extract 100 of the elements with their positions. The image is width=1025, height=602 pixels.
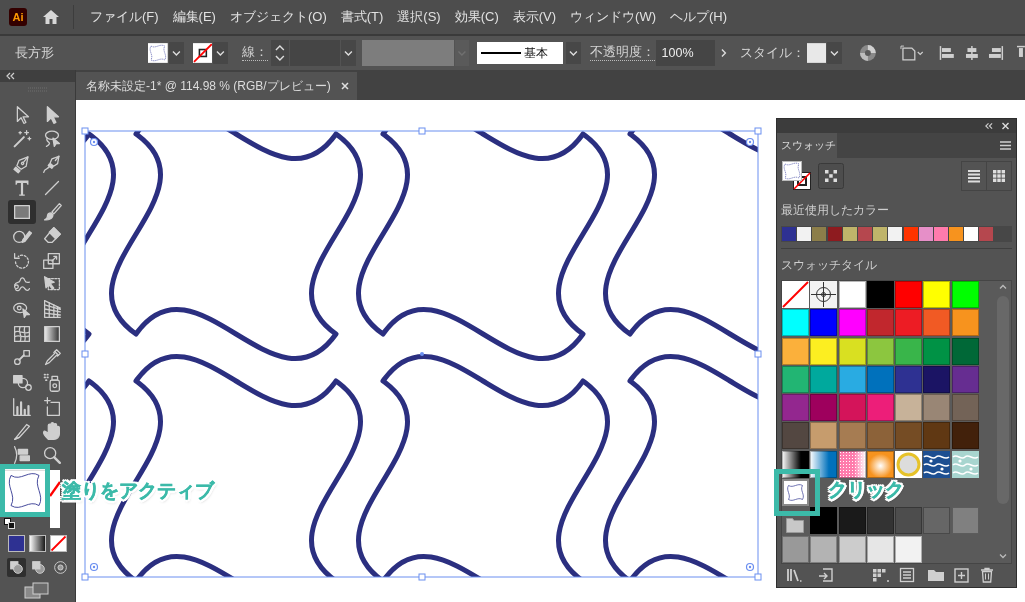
color-swatch-icon[interactable] [857, 227, 872, 241]
chevron-down-icon[interactable] [168, 42, 184, 64]
menu-item[interactable]: 選択(S) [397, 8, 441, 26]
new-swatch-icon[interactable] [954, 567, 969, 583]
color-swatch-icon[interactable] [810, 394, 838, 422]
chevron-down-icon[interactable] [565, 42, 581, 64]
none-swatch-icon[interactable] [782, 281, 809, 308]
color-swatch-icon[interactable] [951, 337, 979, 365]
color-swatch-icon[interactable] [923, 281, 951, 308]
spinner-arrows-icon[interactable] [271, 40, 289, 66]
resize-handle[interactable] [418, 573, 426, 581]
color-swatch-icon[interactable] [782, 535, 809, 563]
color-swatch-icon[interactable] [951, 422, 979, 450]
resize-handle[interactable] [754, 573, 762, 581]
color-swatch-icon[interactable] [838, 394, 866, 422]
color-swatch-icon[interactable] [838, 281, 866, 308]
registration-swatch-icon[interactable] [810, 281, 838, 308]
trash-icon[interactable] [980, 567, 994, 583]
gradient-mode-icon[interactable] [29, 535, 46, 553]
menu-item[interactable]: ファイル(F) [90, 8, 159, 26]
menu-item[interactable]: 書式(T) [340, 8, 384, 26]
color-swatch-icon[interactable] [842, 227, 857, 241]
tile-pattern-swatch-icon[interactable] [782, 479, 809, 507]
pattern-swatch-icon[interactable] [923, 450, 951, 478]
color-swatch-icon[interactable] [810, 422, 838, 450]
none-mode-icon[interactable] [50, 535, 67, 553]
chevron-down-icon[interactable] [213, 42, 229, 64]
stroke-label[interactable]: 線： [242, 45, 269, 61]
color-swatch-icon[interactable] [838, 507, 866, 535]
color-swatch-icon[interactable] [923, 394, 951, 422]
color-swatch-icon[interactable] [923, 365, 951, 393]
color-swatch-icon[interactable] [782, 394, 809, 422]
color-swatch-icon[interactable] [951, 309, 979, 337]
chevron-down-icon[interactable] [341, 40, 357, 66]
color-swatch-icon[interactable] [964, 227, 979, 241]
chevron-down-icon[interactable] [827, 42, 843, 64]
document-title[interactable]: 名称未設定-1* @ 114.98 % (RGB/プレビュー) [86, 77, 331, 95]
transform-icon[interactable] [899, 44, 925, 62]
default-colors-icon[interactable] [4, 518, 16, 530]
color-swatch-icon[interactable] [866, 281, 894, 308]
color-swatch-icon[interactable] [838, 309, 866, 337]
collapse-icon[interactable] [984, 122, 993, 130]
corner-widget-icon[interactable] [745, 137, 755, 147]
menu-item[interactable]: 効果(C) [454, 8, 499, 26]
menu-item[interactable]: 表示(V) [512, 8, 557, 26]
color-swatch-icon[interactable] [810, 535, 838, 563]
color-swatch-icon[interactable] [903, 227, 918, 241]
color-swatch-icon[interactable] [866, 365, 894, 393]
color-swatch-icon[interactable] [923, 337, 951, 365]
stroke-none-swatch-icon[interactable] [50, 470, 60, 529]
color-swatch-icon[interactable] [895, 365, 923, 393]
color-swatch-icon[interactable] [918, 227, 933, 241]
color-wheel-icon[interactable] [859, 44, 878, 62]
close-icon[interactable] [1001, 122, 1010, 130]
align-center-icon[interactable] [963, 45, 980, 61]
fill-color-icon[interactable] [8, 535, 25, 553]
align-right-icon[interactable] [988, 45, 1005, 61]
color-swatch-icon[interactable] [923, 422, 951, 450]
stroke-none-swatch-icon[interactable] [192, 43, 213, 63]
color-swatch-icon[interactable] [810, 365, 838, 393]
color-swatch-icon[interactable] [873, 227, 888, 241]
color-swatch-icon[interactable] [979, 227, 994, 241]
dotted-swatch-icon[interactable] [838, 450, 866, 478]
corner-widget-icon[interactable] [89, 137, 99, 147]
color-swatch-icon[interactable] [838, 422, 866, 450]
panel-tab[interactable]: スウォッチ [777, 133, 837, 158]
resize-handle[interactable] [754, 350, 762, 358]
menu-item[interactable]: ヘルプ(H) [670, 8, 728, 26]
resize-handle[interactable] [418, 127, 426, 135]
rectangle-icon[interactable] [8, 200, 36, 225]
document-tab[interactable]: 名称未設定-1* @ 114.98 % (RGB/プレビュー) [76, 72, 357, 100]
color-swatch-icon[interactable] [866, 422, 894, 450]
opacity-label[interactable]: 不透明度： [589, 45, 655, 61]
resize-handle[interactable] [754, 127, 762, 135]
color-swatch-icon[interactable] [866, 535, 894, 563]
color-swatch-icon[interactable] [810, 309, 838, 337]
color-swatch-icon[interactable] [895, 281, 923, 308]
color-swatch-icon[interactable] [782, 227, 796, 241]
pattern-swatch-icon[interactable] [951, 450, 979, 478]
color-swatch-icon[interactable] [782, 337, 809, 365]
align-left-icon[interactable] [938, 45, 955, 61]
color-swatch-icon[interactable] [951, 507, 979, 535]
graphic-style-swatch-icon[interactable] [806, 43, 827, 63]
resize-handle[interactable] [81, 573, 89, 581]
color-swatch-icon[interactable] [923, 309, 951, 337]
brush-style-dropdown[interactable]: 基本 [476, 42, 563, 64]
swatch-options-icon[interactable] [899, 567, 915, 583]
resize-handle[interactable] [81, 350, 89, 358]
folder-icon[interactable] [927, 567, 945, 583]
color-swatch-icon[interactable] [895, 507, 923, 535]
resize-handle[interactable] [81, 127, 89, 135]
fill-stroke-icon[interactable] [782, 161, 812, 191]
menu-item[interactable]: オブジェクト(O) [229, 8, 327, 26]
color-swatch-icon[interactable] [895, 309, 923, 337]
close-icon[interactable] [340, 82, 349, 90]
import-icon[interactable] [818, 567, 834, 583]
color-swatch-icon[interactable] [895, 337, 923, 365]
ring-pattern-swatch-icon[interactable] [895, 450, 923, 478]
color-swatch-icon[interactable] [782, 422, 809, 450]
color-swatch-icon[interactable] [797, 227, 812, 241]
